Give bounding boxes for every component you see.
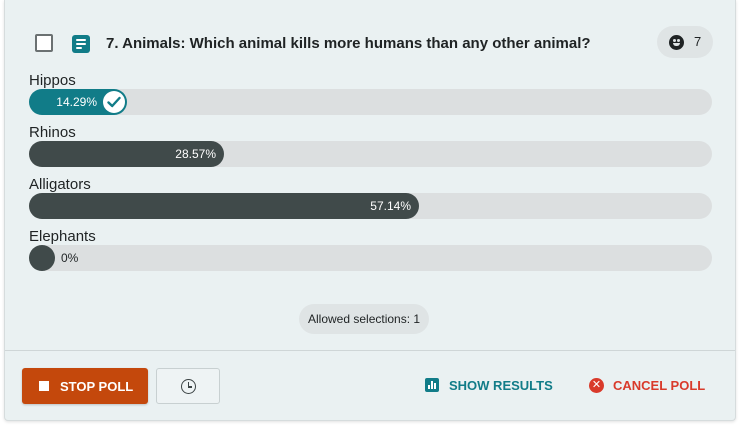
option-label: Alligators: [29, 176, 91, 193]
stop-poll-button[interactable]: STOP POLL: [22, 368, 148, 404]
option-bar-fill: [29, 193, 419, 219]
cancel-poll-label: CANCEL POLL: [613, 378, 706, 393]
poll-header: 7. Animals: Which animal kills more huma…: [5, 24, 735, 64]
footer-divider: [5, 350, 735, 351]
select-poll-checkbox[interactable]: [35, 34, 53, 52]
option-percent: 0%: [61, 251, 79, 265]
option-percent: 57.14%: [370, 199, 411, 213]
option-percent: 28.57%: [175, 147, 216, 161]
poll-card: 7. Animals: Which animal kills more huma…: [4, 0, 736, 421]
clock-icon: [181, 379, 196, 394]
poll-question: 7. Animals: Which animal kills more huma…: [106, 35, 591, 52]
voters-chip[interactable]: 7: [657, 26, 713, 58]
check-circle-icon: [103, 91, 125, 113]
allowed-selections-chip: Allowed selections: 1: [299, 304, 430, 334]
smiley-icon: [669, 35, 684, 50]
bar-chart-icon: [425, 378, 439, 392]
stop-poll-label: STOP POLL: [60, 379, 134, 394]
option-label: Hippos: [29, 72, 76, 89]
option-bar[interactable]: 14.29%: [29, 89, 712, 115]
option-label: Elephants: [29, 228, 96, 245]
option-bar-fill: [29, 245, 55, 271]
voters-count: 7: [694, 34, 702, 49]
stop-square-icon: [39, 381, 49, 391]
timer-button[interactable]: [156, 368, 220, 404]
option-label: Rhinos: [29, 124, 76, 141]
poll-list-icon: [72, 35, 90, 53]
show-results-label: SHOW RESULTS: [449, 378, 553, 393]
option-bar[interactable]: 0%: [29, 245, 712, 271]
option-bar[interactable]: 28.57%: [29, 141, 712, 167]
x-circle-icon: ✕: [589, 378, 604, 393]
option-percent: 14.29%: [56, 95, 97, 109]
option-bar[interactable]: 57.14%: [29, 193, 712, 219]
